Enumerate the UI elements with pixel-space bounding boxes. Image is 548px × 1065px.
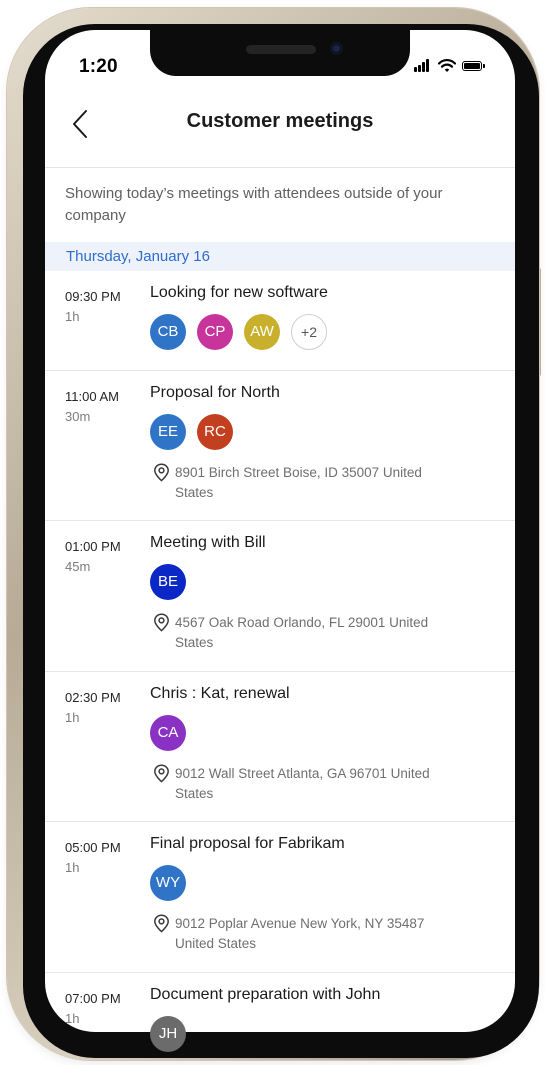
- meeting-title: Chris : Kat, renewal: [150, 685, 290, 702]
- attendee-avatar[interactable]: CA: [150, 715, 186, 751]
- meeting-address: 9012 Wall Street Atlanta, GA 96701 Unite…: [175, 766, 430, 801]
- meeting-row[interactable]: 02:30 PM 1h Chris : Kat, renewal CA 9012 Wal…: [45, 672, 515, 822]
- meeting-duration: 45m: [65, 559, 91, 574]
- attendee-avatar[interactable]: CB: [150, 314, 186, 350]
- page-description: Showing today’s meetings with attendees …: [65, 185, 443, 224]
- date-header: Thursday, January 16: [45, 242, 515, 271]
- meeting-duration: 1h: [65, 309, 80, 324]
- attendee-avatar[interactable]: EE: [150, 414, 186, 450]
- header-divider: [45, 167, 515, 168]
- meeting-time: 09:30 PM: [65, 289, 121, 304]
- chevron-left-icon: [73, 110, 87, 138]
- meeting-duration: 1h: [65, 860, 80, 875]
- attendee-avatar[interactable]: AW: [244, 314, 280, 350]
- meeting-duration: 1h: [65, 710, 80, 725]
- meeting-address: 4567 Oak Road Orlando, FL 29001 United S…: [175, 615, 429, 650]
- phone-camera: [330, 42, 343, 55]
- attendee-avatar[interactable]: RC: [197, 414, 233, 450]
- page-title: Customer meetings: [186, 110, 374, 132]
- meeting-list: 09:30 PM 1h Looking for new software CB CP AW…: [45, 271, 515, 1053]
- meeting-time: 11:00 AM: [65, 389, 119, 404]
- meeting-address: 9012 Poplar Avenue New York, NY 35487 Un…: [175, 916, 425, 951]
- meeting-time: 05:00 PM: [65, 840, 121, 855]
- phone-speaker: [246, 45, 316, 54]
- meeting-row[interactable]: 01:00 PM 45m Meeting with Bill BE 4567 Oak R…: [45, 521, 515, 672]
- location-pin-icon: [154, 463, 169, 482]
- status-time: 1:20: [79, 56, 118, 77]
- meeting-duration: 1h: [65, 1011, 80, 1026]
- meeting-time: 02:30 PM: [65, 690, 121, 705]
- meeting-title: Final proposal for Fabrikam: [150, 835, 345, 852]
- meeting-title: Document preparation with John: [150, 986, 381, 1003]
- meeting-title: Meeting with Bill: [150, 534, 266, 551]
- location-pin-icon: [154, 914, 169, 933]
- meeting-title: Proposal for North: [150, 384, 280, 401]
- attendee-avatar[interactable]: CP: [197, 314, 233, 350]
- meeting-title: Looking for new software: [150, 284, 328, 301]
- meeting-duration: 30m: [65, 409, 91, 424]
- meeting-time: 01:00 PM: [65, 539, 121, 554]
- meeting-row[interactable]: 11:00 AM 30m Proposal for North EE RC 8901 Bi…: [45, 371, 515, 521]
- location-pin-icon: [154, 613, 169, 632]
- meeting-row[interactable]: 05:00 PM 1h Final proposal for Fabrikam WY 9…: [45, 822, 515, 973]
- meeting-address: 8901 Birch Street Boise, ID 35007 United…: [175, 465, 422, 500]
- more-attendees-badge[interactable]: +2: [291, 314, 327, 350]
- cellular-signal-icon: [414, 58, 432, 74]
- back-button[interactable]: [70, 108, 92, 140]
- meeting-time: 07:00 PM: [65, 991, 121, 1006]
- attendee-avatar[interactable]: JH: [150, 1016, 186, 1052]
- attendee-avatar[interactable]: WY: [150, 865, 186, 901]
- meeting-row[interactable]: 09:30 PM 1h Looking for new software CB CP AW…: [45, 271, 515, 371]
- wifi-icon: [438, 59, 456, 72]
- battery-icon: [462, 61, 485, 71]
- meeting-row[interactable]: 07:00 PM 1h Document preparation with John…: [45, 973, 515, 1053]
- attendee-avatar[interactable]: BE: [150, 564, 186, 600]
- location-pin-icon: [154, 764, 169, 783]
- phone-mockup: 1:20 Customer meetings Showing today’s m…: [0, 0, 548, 1065]
